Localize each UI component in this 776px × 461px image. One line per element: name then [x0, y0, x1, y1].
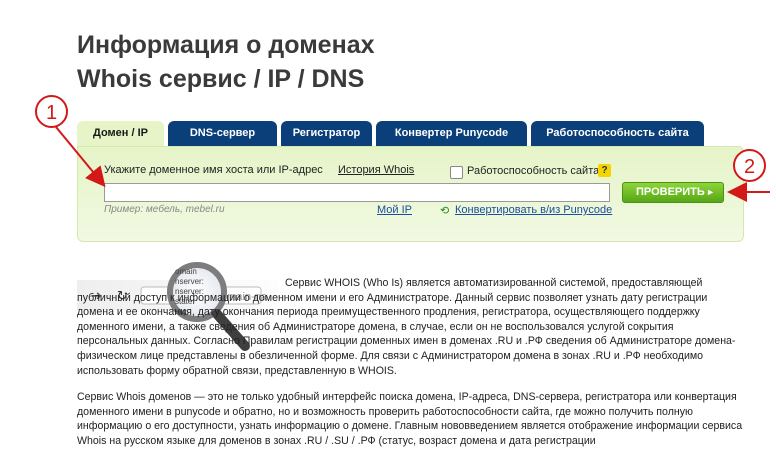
article-paragraph-2: Сервис Whois доменов — это не только удо…	[77, 391, 743, 447]
article-text: Сервис WHOIS (Who Is) является автоматиз…	[77, 276, 747, 461]
article-paragraph-1: Сервис WHOIS (Who Is) является автоматиз…	[77, 277, 736, 377]
svg-text:omain: omain	[175, 267, 197, 276]
annotation-arrow-1	[55, 126, 106, 188]
